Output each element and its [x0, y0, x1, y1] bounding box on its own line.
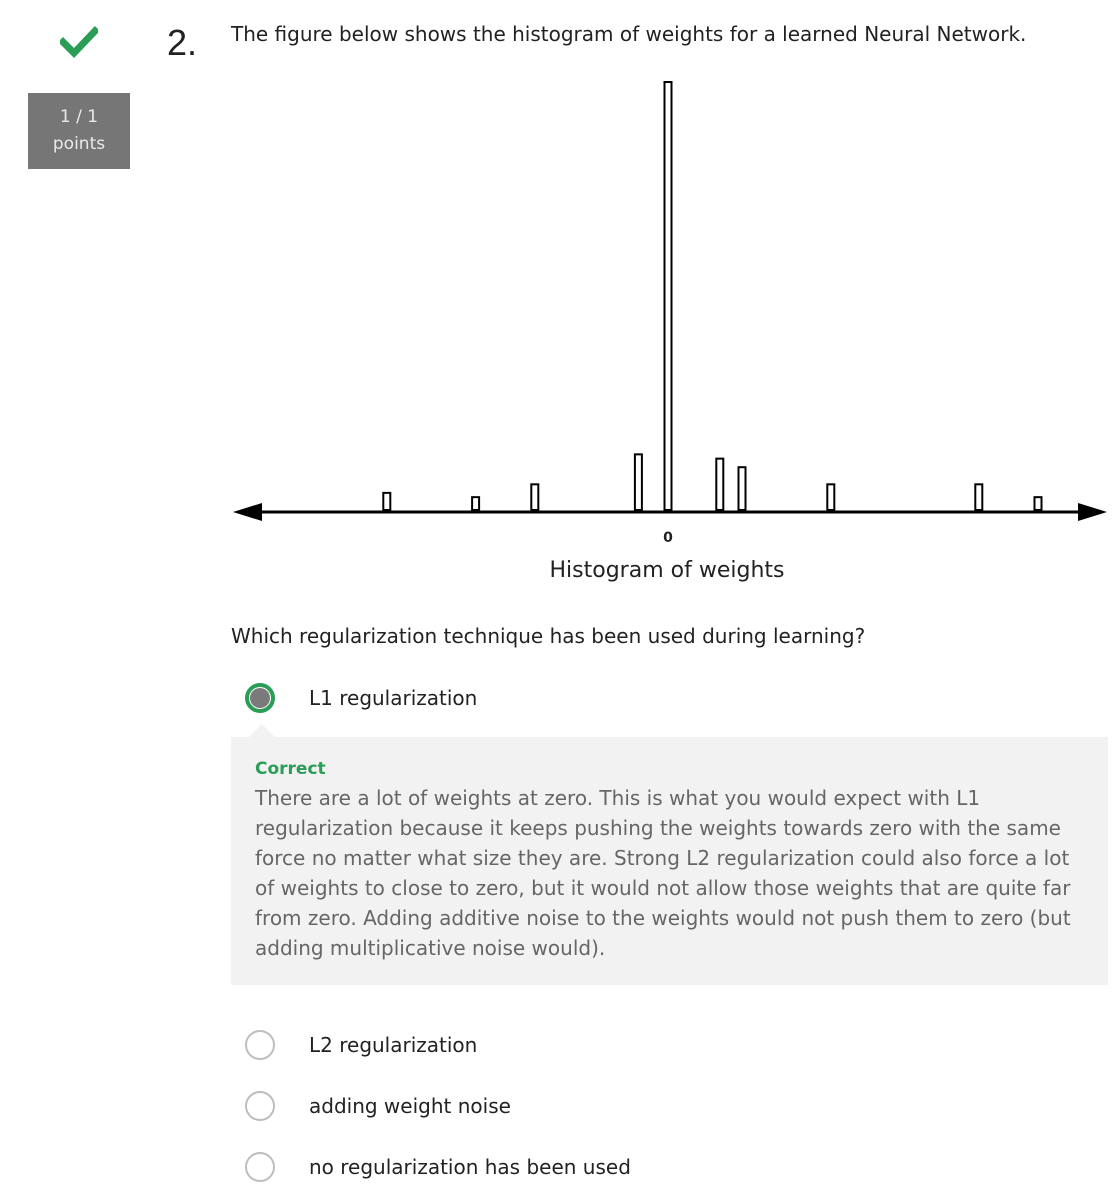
radio-unselected[interactable]: [245, 1091, 275, 1121]
histogram-bar-8: [974, 483, 984, 512]
histogram-bar-4: [663, 81, 673, 511]
score-unit: points: [52, 134, 106, 154]
question-text: The figure below shows the histogram of …: [231, 22, 1027, 46]
question-prompt: Which regularization technique has been …: [231, 624, 866, 648]
feedback-title: Correct: [255, 759, 326, 779]
option-label: adding weight noise: [309, 1094, 511, 1118]
zero-tick-label: 0: [663, 530, 673, 546]
radio-unselected[interactable]: [245, 1152, 275, 1182]
histogram-bar-0: [382, 491, 392, 512]
histogram-bar-9: [1033, 496, 1043, 512]
histogram-bar-1: [471, 496, 481, 512]
histogram-bar-6: [737, 466, 747, 512]
axis-right-arrow: [1078, 503, 1107, 521]
feedback-pointer: [248, 724, 276, 738]
option-adding-weight-noise[interactable]: adding weight noise: [245, 1091, 511, 1121]
score-badge: 1 / 1 points: [28, 93, 130, 169]
axis-left-arrow: [233, 503, 262, 521]
option-l2-regularization[interactable]: L2 regularization: [245, 1030, 477, 1060]
option-label: L1 regularization: [309, 686, 478, 710]
histogram-bar-5: [715, 457, 725, 512]
histogram-bar-3: [633, 453, 643, 511]
feedback-body: There are a lot of weights at zero. This…: [255, 786, 1071, 960]
question-number: 2.: [167, 22, 198, 63]
weights-histogram: 0 Histogram of weights: [233, 81, 1107, 583]
radio-selected[interactable]: [245, 683, 275, 713]
option-label: L2 regularization: [309, 1033, 478, 1057]
histogram-bar-2: [530, 483, 540, 512]
check-icon: [60, 26, 98, 58]
option-label: no regularization has been used: [309, 1155, 631, 1179]
feedback-panel: Correct There are a lot of weights at ze…: [231, 737, 1108, 985]
x-axis-label: Histogram of weights: [550, 558, 785, 583]
option-no-regularization[interactable]: no regularization has been used: [245, 1152, 631, 1182]
radio-unselected[interactable]: [245, 1030, 275, 1060]
option-l1-regularization[interactable]: L1 regularization: [245, 683, 477, 713]
score-value: 1 / 1: [59, 107, 99, 127]
histogram-bar-7: [826, 483, 836, 512]
